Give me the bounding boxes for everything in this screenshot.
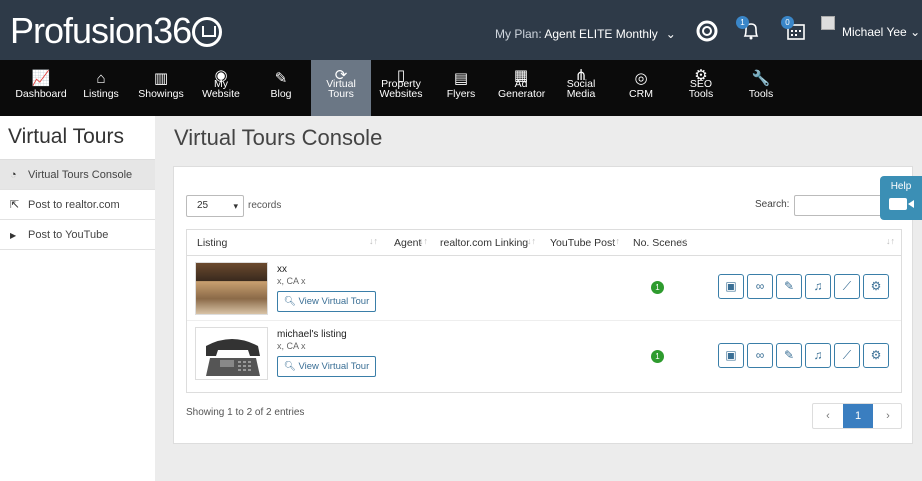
listing-thumbnail[interactable] (195, 262, 268, 315)
scenes-count-badge: 1 (651, 281, 664, 294)
music-icon[interactable]: ♫ (805, 274, 831, 299)
table-header: Listing ↓↑ Agent ↓↑ realtor.com Linking … (187, 230, 901, 256)
tours-panel: 25records Search: Listing ↓↑ Agent ↓↑ re… (173, 166, 913, 444)
sort-icon[interactable]: ↓↑ (419, 236, 428, 246)
view-virtual-tour-button[interactable]: 🔍︎ View Virtual Tour (277, 291, 376, 312)
listing-title: michael's listing (277, 329, 347, 340)
col-listing[interactable]: Listing (197, 237, 227, 249)
user-menu[interactable]: Michael Yee ⌄ (842, 25, 920, 39)
search-icon: 🔍︎ (283, 296, 296, 307)
wrench-icon: 🔧 (751, 70, 771, 87)
sort-icon[interactable]: ↓↑ (611, 236, 620, 246)
sidebar-title: Virtual Tours (0, 116, 155, 160)
nav-flyers[interactable]: ▤ Flyers (431, 60, 491, 116)
sidebar-item-virtual-tours-console[interactable]: ◔ Virtual Tours Console (0, 160, 155, 190)
nav-dashboard[interactable]: 📈 Dashboard (11, 60, 71, 116)
nav-seo-tools[interactable]: ⚙ SEO Tools (671, 60, 731, 116)
nav-ad-generator[interactable]: ▦ Ad Generator (491, 60, 551, 116)
table-row: xx x, CA x 🔍︎ View Virtual Tour 1 ▣ ∞ ✎ … (187, 256, 901, 321)
sort-icon[interactable]: ↓↑ (527, 236, 536, 246)
calendar-badge: 0 (781, 16, 794, 29)
settings-icon[interactable]: ⚙ (863, 274, 889, 299)
col-youtube-post[interactable]: YouTube Post (550, 237, 615, 249)
sidebar-item-post-realtor[interactable]: ⇱ Post to realtor.com (0, 190, 155, 220)
chevron-down-icon: ⌄ (665, 27, 676, 41)
page-title: Virtual Tours Console (174, 125, 383, 150)
help-button[interactable]: Help (880, 176, 922, 220)
sort-icon[interactable]: ↓↑ (679, 236, 688, 246)
sort-icon[interactable]: ↓↑ (886, 236, 895, 246)
photos-icon[interactable]: ▣ (718, 343, 744, 368)
link-icon[interactable]: ∞ (747, 274, 773, 299)
nav-showings[interactable]: ▥ Showings (131, 60, 191, 116)
nav-my-website[interactable]: ◉ My Website (191, 60, 251, 116)
col-realtor-linking[interactable]: realtor.com Linking (440, 237, 528, 249)
stats-icon[interactable]: ⟋ (834, 343, 860, 368)
brush-icon[interactable]: ✎ (776, 343, 802, 368)
search-icon: 🔍︎ (283, 361, 296, 372)
bar-chart-icon: ▥ (153, 70, 169, 87)
main-nav: 📈 Dashboard ⌂ Listings ▥ Showings ◉ My Websi… (0, 60, 922, 116)
dashboard-icon: ◔ (10, 169, 17, 181)
table-info: Showing 1 to 2 of 2 entries (186, 407, 305, 418)
support-icon[interactable] (696, 20, 718, 42)
sort-icon[interactable]: ↓↑ (369, 236, 378, 246)
photos-icon[interactable]: ▣ (718, 274, 744, 299)
target-icon: ◎ (634, 70, 648, 87)
records-select[interactable]: 25 (186, 195, 244, 217)
nav-property-websites[interactable]: ▯ Property Websites (371, 60, 431, 116)
pagination: ‹ 1 › (812, 403, 902, 429)
plan-selector[interactable]: My Plan: Agent ELITE Monthly ⌄ (495, 27, 676, 41)
file-icon: ▤ (453, 70, 469, 87)
listing-title: xx (277, 264, 287, 275)
listing-thumbnail[interactable] (195, 327, 268, 380)
chevron-down-icon: ⌄ (910, 25, 921, 39)
edit-icon: ✎ (274, 70, 288, 87)
logo[interactable]: Profusion36 (10, 10, 223, 52)
bell-icon[interactable]: 1 (736, 16, 762, 42)
listing-address: x, CA x (277, 276, 306, 286)
calendar-icon[interactable]: 0 (781, 16, 807, 42)
scenes-count-badge: 1 (651, 350, 664, 363)
nav-social-media[interactable]: ⋔ Social Media (551, 60, 611, 116)
listing-address: x, CA x (277, 341, 306, 351)
home-icon: ⌂ (96, 70, 106, 87)
sidebar-item-post-youtube[interactable]: ▶ Post to YouTube (0, 220, 155, 250)
brush-icon[interactable]: ✎ (776, 274, 802, 299)
settings-icon[interactable]: ⚙ (863, 343, 889, 368)
nav-tools[interactable]: 🔧 Tools (731, 60, 791, 116)
nav-virtual-tours[interactable]: ⟳ Virtual Tours (311, 60, 371, 116)
col-agent[interactable]: Agent (394, 237, 421, 249)
top-bar: Profusion36 My Plan: Agent ELITE Monthly… (0, 0, 922, 60)
table-row: michael's listing x, CA x 🔍︎ View Virtua… (187, 321, 901, 386)
youtube-icon: ▶ (10, 231, 17, 240)
sidebar: Virtual Tours ◔ Virtual Tours Console ⇱ Po… (0, 116, 155, 481)
logo-ring-icon (192, 17, 223, 47)
view-virtual-tour-button[interactable]: 🔍︎ View Virtual Tour (277, 356, 376, 377)
external-link-icon: ⇱ (10, 199, 20, 211)
nav-listings[interactable]: ⌂ Listings (71, 60, 131, 116)
link-icon[interactable]: ∞ (747, 343, 773, 368)
music-icon[interactable]: ♫ (805, 343, 831, 368)
notification-badge: 1 (736, 16, 749, 29)
search-label: Search: (755, 199, 790, 210)
nav-crm[interactable]: ◎ CRM (611, 60, 671, 116)
pagination-next[interactable]: › (873, 404, 903, 428)
tours-table: Listing ↓↑ Agent ↓↑ realtor.com Linking … (186, 229, 902, 393)
avatar[interactable] (821, 16, 835, 30)
nav-blog[interactable]: ✎ Blog (251, 60, 311, 116)
video-camera-icon (889, 198, 914, 210)
pagination-page[interactable]: 1 (843, 404, 873, 428)
records-control: 25records (186, 195, 281, 217)
chart-line-icon: 📈 (31, 70, 51, 87)
pagination-prev[interactable]: ‹ (813, 404, 843, 428)
stats-icon[interactable]: ⟋ (834, 274, 860, 299)
